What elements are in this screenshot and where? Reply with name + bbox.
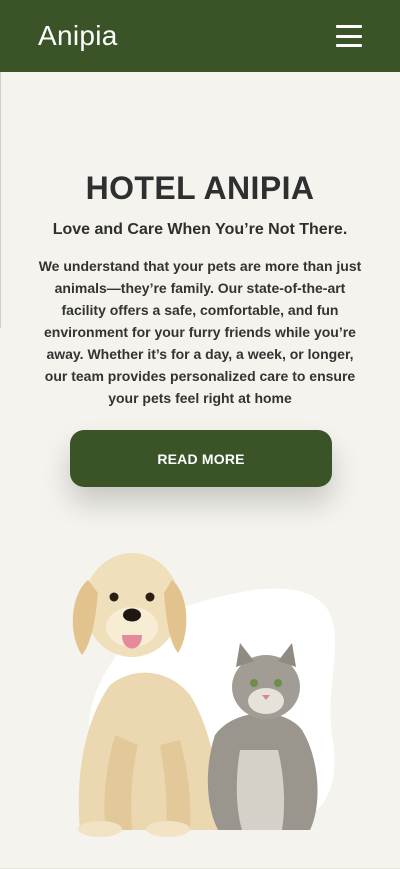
hero-subtitle: Love and Care When You’re Not There. xyxy=(52,221,348,238)
menu-line xyxy=(336,44,362,47)
hero-title: HOTEL ANIPIA xyxy=(85,170,315,206)
read-more-button[interactable]: READ MORE xyxy=(70,430,332,487)
menu-line xyxy=(336,34,362,38)
hamburger-menu-icon[interactable] xyxy=(336,25,362,47)
hero-section: HOTEL ANIPIA Love and Care When You’re N… xyxy=(0,170,400,409)
brand-logo-text[interactable]: Anipia xyxy=(38,20,118,52)
top-nav-bar: Anipia xyxy=(0,0,400,72)
dog-and-cat-illustration xyxy=(72,553,336,837)
hero-description: We understand that your pets are more th… xyxy=(38,258,362,406)
menu-line xyxy=(336,25,362,28)
